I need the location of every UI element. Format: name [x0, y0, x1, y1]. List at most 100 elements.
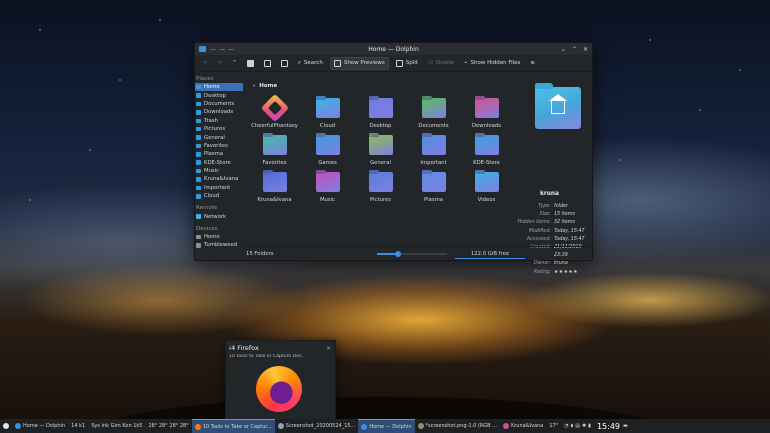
file-item[interactable]: Pictures	[354, 170, 407, 207]
close-icon[interactable]: ✕	[583, 46, 588, 53]
sidebar-item-downloads[interactable]: Downloads	[195, 108, 243, 116]
pin-icon[interactable]: —	[219, 46, 225, 53]
hamburger-menu-button[interactable]: ≡	[527, 58, 538, 68]
file-item[interactable]: Kruna&Ivana	[248, 170, 301, 207]
search-button[interactable]: ⌕ Search	[295, 58, 326, 69]
sidebar-item-important[interactable]: Important	[195, 184, 243, 192]
delete-button[interactable]: ▭ Delete	[425, 58, 457, 68]
title-bar[interactable]: — — — Home — Dolphin ⌄ ⌃ ✕	[195, 43, 592, 55]
network-icon[interactable]: ◔	[564, 423, 568, 429]
back-button[interactable]: <	[200, 58, 211, 68]
places-heading: Places	[196, 76, 214, 82]
forward-button[interactable]: >	[215, 58, 226, 68]
system-tray[interactable]: ◔ ◖ ▤ ✱ ▮	[561, 419, 594, 433]
weather-tray[interactable]: 17°	[546, 419, 561, 433]
compact-view-button[interactable]	[261, 58, 274, 69]
file-item[interactable]: KDE-Store	[460, 133, 513, 170]
sidebar-item-cloud[interactable]: Cloud	[195, 192, 243, 200]
file-item[interactable]: Important	[407, 133, 460, 170]
maximize-icon[interactable]: ⌃	[572, 46, 577, 53]
clock[interactable]: 15:49	[597, 422, 620, 431]
menu-icon[interactable]: —	[210, 46, 216, 53]
info-property-row: Modified: Today, 15:47	[511, 228, 590, 236]
icons-view-button[interactable]	[244, 58, 257, 69]
file-item[interactable]: Downloads	[460, 96, 513, 133]
bluetooth-icon[interactable]: ✱	[582, 423, 586, 429]
zoom-slider[interactable]	[377, 250, 447, 257]
sidebar-item-kruna-ivana[interactable]: Kruna&Ivana	[195, 175, 243, 183]
sidebar-item-general[interactable]: General	[195, 133, 243, 141]
file-item[interactable]: Cloud	[301, 96, 354, 133]
task-label: 28° 28° 28° 28°	[148, 423, 189, 429]
cloud-icon	[196, 194, 201, 199]
sidebar-item-documents[interactable]: Documents	[195, 100, 243, 108]
music-icon	[196, 168, 201, 174]
info-property-key: Hidden items:	[517, 220, 552, 226]
show-desktop-button[interactable]: ▬	[620, 419, 631, 433]
sidebar-item-tumbleweed[interactable]: Tumbleweed	[195, 241, 243, 249]
sidebar-item-home[interactable]: Home	[195, 233, 243, 241]
up-button[interactable]: ⌃	[229, 58, 240, 68]
sidebar-item-pictures[interactable]: Pictures	[195, 125, 243, 133]
weather-widgets[interactable]: 28° 28° 28° 28°	[145, 419, 191, 433]
sidebar-item-trash[interactable]: Trash	[195, 117, 243, 125]
important-icon	[196, 185, 201, 191]
launcher-icon	[3, 423, 9, 429]
close-icon[interactable]: ✕	[326, 345, 331, 352]
kde-store-icon	[196, 160, 201, 165]
file-item[interactable]: CheerfulPhantasy	[248, 93, 301, 133]
file-view[interactable]: › Home CheerfulPhantasy Cloud Desktop Docum…	[245, 73, 507, 246]
shade-icon[interactable]: —	[228, 46, 234, 53]
task-dolphin-2[interactable]: Home — Dolphin	[358, 419, 415, 433]
dolphin-window[interactable]: — — — Home — Dolphin ⌄ ⌃ ✕ < > ⌃ ⌕ Search…	[194, 42, 593, 275]
split-button[interactable]: Split	[393, 58, 421, 69]
sidebar-item-label: Tumbleweed	[204, 242, 238, 249]
firefox-preview-popup[interactable]: ⁞4 Firefox 10 Tools to Take or Capture D…	[225, 340, 336, 420]
sidebar-item-home[interactable]: Home	[195, 83, 243, 92]
details-view-button[interactable]	[278, 58, 291, 69]
sidebar-item-kde-store[interactable]: KDE-Store	[195, 159, 243, 167]
rating-stars[interactable]: ★★★★★	[554, 269, 590, 277]
places-panel: Places Home Desktop Documents Downloads Tras…	[195, 73, 243, 260]
volume-icon[interactable]: ◖	[571, 423, 574, 429]
documents-icon	[196, 101, 201, 107]
sidebar-item-plasma[interactable]: Plasma	[195, 150, 243, 158]
minimize-icon[interactable]: ⌄	[561, 46, 566, 53]
task-screenshot[interactable]: Screenshot_20200524_15...	[275, 419, 359, 433]
file-item[interactable]: General	[354, 133, 407, 170]
task-group-small[interactable]: Sys Ink Gim Kon 1k5	[88, 419, 145, 433]
clipboard-icon[interactable]: ▤	[575, 423, 580, 429]
breadcrumb[interactable]: › Home	[245, 73, 507, 89]
free-space[interactable]: 122.0 GiB free	[455, 251, 525, 259]
file-item[interactable]: Desktop	[354, 96, 407, 133]
application-launcher-button[interactable]	[0, 419, 12, 433]
show-hidden-button[interactable]: ⌁ Show Hidden Files	[461, 58, 523, 68]
status-bar: 15 Folders 122.0 GiB free	[245, 246, 592, 260]
sidebar-item-music[interactable]: Music	[195, 167, 243, 175]
firefox-logo-icon[interactable]	[256, 366, 302, 412]
task-group[interactable]: 14 k1	[68, 419, 88, 433]
temperature-label: 17°	[549, 423, 559, 429]
file-item[interactable]: Documents	[407, 96, 460, 133]
info-property-value: Today, 15:47	[554, 228, 585, 234]
file-item[interactable]: Favorites	[248, 133, 301, 170]
breadcrumb-home[interactable]: Home	[259, 83, 277, 89]
file-item[interactable]: Plasma	[407, 170, 460, 207]
task-kruna-ivana[interactable]: Kruna&Ivana	[500, 419, 546, 433]
battery-icon[interactable]: ▮	[588, 423, 591, 429]
task-gimp[interactable]: *screenshot.png-1.0 (RGB ...	[415, 419, 500, 433]
file-item[interactable]: Videos	[460, 170, 513, 207]
file-item[interactable]: Games	[301, 133, 354, 170]
task-dolphin[interactable]: Home — Dolphin	[12, 419, 68, 433]
sidebar-item-desktop[interactable]: Desktop	[195, 91, 243, 99]
wallpaper-hills	[0, 329, 770, 419]
sidebar-item-favorites[interactable]: Favorites	[195, 142, 243, 150]
info-property-value: kruna	[554, 261, 568, 267]
task-firefox[interactable]: 10 Tools to Take or Captur...	[191, 419, 275, 433]
zoom-slider-handle[interactable]	[395, 250, 401, 257]
show-previews-button[interactable]: Show Previews	[329, 56, 389, 70]
file-item[interactable]: Music	[301, 170, 354, 207]
grid-icon	[246, 59, 254, 67]
info-property-row: Type: folder	[511, 203, 590, 211]
sidebar-item-network[interactable]: Network	[195, 212, 243, 220]
